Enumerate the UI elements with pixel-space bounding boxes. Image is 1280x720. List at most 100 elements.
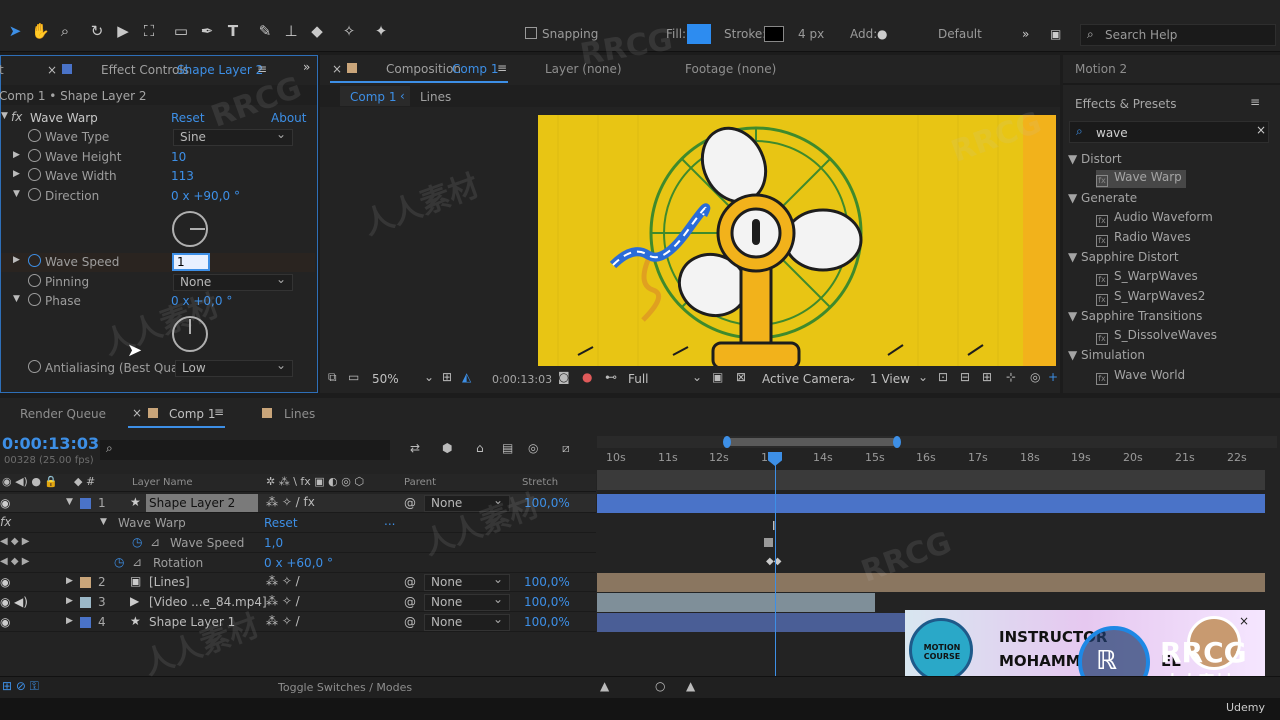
- work-area-bar[interactable]: [597, 436, 1277, 448]
- breadcrumb-comp[interactable]: Comp 1: [350, 90, 396, 104]
- flowchart-icon[interactable]: ⊹: [1006, 370, 1016, 384]
- expand-triangle-icon[interactable]: ▶: [13, 255, 20, 265]
- render-time-icons[interactable]: ⊞ ⊘ ⚿: [2, 679, 39, 694]
- tab-render-queue[interactable]: Render Queue: [20, 407, 106, 421]
- parent-dropdown[interactable]: None: [424, 493, 510, 512]
- tab-lines[interactable]: Lines: [284, 407, 315, 421]
- layer-switches-icons[interactable]: ⁂ ✧ /: [266, 574, 300, 588]
- layer-name[interactable]: [Lines]: [149, 575, 190, 589]
- camera-dropdown[interactable]: Active Camera: [762, 372, 850, 386]
- snapping-checkbox[interactable]: [525, 27, 537, 39]
- label-color[interactable]: [80, 617, 91, 628]
- layer-bar-3[interactable]: [597, 593, 875, 612]
- fx-icon[interactable]: fx: [11, 110, 22, 124]
- timeline-timecode[interactable]: 0:00:13:03: [2, 434, 99, 453]
- tab-footage[interactable]: Footage (none): [685, 62, 776, 76]
- graph-icon[interactable]: ⊿: [150, 535, 160, 549]
- category-sapphire-distort[interactable]: ▼ Sapphire Distort: [1068, 250, 1179, 264]
- stopwatch-icon[interactable]: [28, 168, 41, 181]
- rectangle-tool-icon[interactable]: ▭: [172, 22, 190, 40]
- expand-triangle-icon[interactable]: ▶: [66, 576, 73, 586]
- stopwatch-icon[interactable]: [28, 360, 41, 373]
- resolution-chevron-icon[interactable]: ⌄: [692, 370, 702, 384]
- comp-flowchart-icon[interactable]: ⇄: [410, 441, 420, 455]
- snapshot-icon[interactable]: ◙: [558, 370, 570, 384]
- expand-triangle-icon[interactable]: ▼: [1, 111, 8, 121]
- audio-icon[interactable]: ◀): [14, 595, 28, 609]
- parent-pickwhip-icon[interactable]: @: [404, 615, 416, 629]
- tab-composition[interactable]: Composition: [386, 62, 461, 76]
- layer-name[interactable]: Shape Layer 2: [146, 494, 258, 512]
- workspace-label[interactable]: Default: [938, 27, 982, 41]
- rotation-value[interactable]: 0 x +60,0 °: [264, 556, 333, 570]
- effect-item-s-warpwaves[interactable]: fx S_WarpWaves: [1096, 269, 1198, 287]
- monitor-icon[interactable]: ▭: [348, 370, 359, 384]
- parent-dropdown[interactable]: None: [424, 592, 510, 611]
- shy-layers-icon[interactable]: ⌂: [476, 441, 484, 455]
- motion-blur-icon[interactable]: ◎: [528, 441, 538, 455]
- zoom-out-icon[interactable]: ▲: [600, 679, 609, 693]
- about-link[interactable]: About: [271, 111, 306, 125]
- keyframe-marker[interactable]: ◆◆: [766, 556, 781, 567]
- stretch-value[interactable]: 100,0%: [524, 496, 570, 510]
- wave-type-dropdown[interactable]: Sine: [173, 127, 293, 146]
- expand-triangle-icon[interactable]: ▶: [13, 150, 20, 160]
- layer-name[interactable]: Shape Layer 1: [149, 615, 235, 629]
- parent-dropdown[interactable]: None: [424, 572, 510, 591]
- direction-value[interactable]: 0 x +90,0 °: [171, 189, 240, 203]
- phase-dial[interactable]: [172, 316, 208, 352]
- sub-reset-link[interactable]: Reset: [264, 516, 298, 530]
- clear-search-icon[interactable]: ×: [1256, 123, 1266, 137]
- workspace-overflow-icon[interactable]: »: [1022, 27, 1029, 41]
- expand-triangle-icon[interactable]: ▼: [100, 517, 107, 527]
- pen-tool-icon[interactable]: ✒: [198, 22, 216, 40]
- category-simulation[interactable]: ▼ Simulation: [1068, 348, 1145, 362]
- direction-dial[interactable]: [172, 211, 208, 247]
- col-layer-name[interactable]: Layer Name: [132, 477, 193, 488]
- stopwatch-icon[interactable]: [28, 129, 41, 142]
- antialiasing-dropdown[interactable]: Low: [175, 358, 293, 377]
- fast-previews-icon[interactable]: ⊟: [960, 370, 970, 384]
- comp-timecode[interactable]: 0:00:13:03: [492, 373, 552, 386]
- rotate-tool-icon[interactable]: ↻: [88, 22, 106, 40]
- composition-canvas[interactable]: [538, 115, 1056, 366]
- stopwatch-icon[interactable]: [28, 293, 41, 306]
- panel-menu-icon[interactable]: ≡: [214, 405, 224, 419]
- camera-chevron-icon[interactable]: ⌄: [847, 370, 857, 384]
- eye-icon[interactable]: ◉: [0, 615, 10, 629]
- banner-close-icon[interactable]: ×: [1239, 614, 1249, 628]
- brush-tool-icon[interactable]: ✎: [256, 22, 274, 40]
- tab-effect-controls-layer[interactable]: Shape Layer 2: [177, 63, 263, 77]
- region-of-interest-icon[interactable]: ▣: [712, 370, 723, 384]
- reset-exposure-icon[interactable]: ◎: [1030, 370, 1040, 384]
- zoom-slider-handle[interactable]: ○: [655, 679, 665, 693]
- effect-item-s-dissolvewaves[interactable]: fx S_DissolveWaves: [1096, 328, 1217, 346]
- add-button-icon[interactable]: ●: [877, 27, 887, 41]
- effect-item-wave-world[interactable]: fx Wave World: [1096, 368, 1185, 386]
- parent-dropdown[interactable]: None: [424, 612, 510, 631]
- eye-icon[interactable]: ◉: [0, 496, 10, 510]
- eye-icon[interactable]: ◉: [0, 575, 10, 589]
- effects-search-box[interactable]: ⌕ wave ×: [1069, 121, 1269, 143]
- views-chevron-icon[interactable]: ⌄: [918, 370, 928, 384]
- playhead-line[interactable]: [775, 452, 776, 697]
- hand-tool-icon[interactable]: ✋: [31, 22, 50, 40]
- effect-item-audio-waveform[interactable]: fx Audio Waveform: [1096, 210, 1213, 228]
- layer-row-2[interactable]: ◉ ▶ 2 ▣ [Lines] ⁂ ✧ / @ None 100,0%: [0, 572, 596, 592]
- stopwatch-icon[interactable]: [28, 254, 41, 267]
- label-color[interactable]: [80, 498, 91, 509]
- breadcrumb-lines[interactable]: Lines: [420, 90, 451, 104]
- eye-icon[interactable]: ◉: [0, 595, 10, 609]
- layer-name[interactable]: [Video ...e_84.mp4]: [149, 595, 267, 609]
- work-area-end-handle[interactable]: [893, 436, 901, 448]
- layer-bar-1[interactable]: [597, 494, 1265, 513]
- label-color[interactable]: [80, 597, 91, 608]
- zoom-in-icon[interactable]: ▲: [686, 679, 695, 693]
- expand-triangle-icon[interactable]: ▼: [13, 294, 20, 304]
- stopwatch-icon[interactable]: ◷: [132, 535, 142, 549]
- graph-icon[interactable]: ⊿: [132, 555, 142, 569]
- wave-width-value[interactable]: 113: [171, 169, 194, 183]
- stroke-label[interactable]: Stroke:: [724, 27, 766, 41]
- expand-triangle-icon[interactable]: ▼: [66, 497, 73, 507]
- expand-triangle-icon[interactable]: ▼: [13, 189, 20, 199]
